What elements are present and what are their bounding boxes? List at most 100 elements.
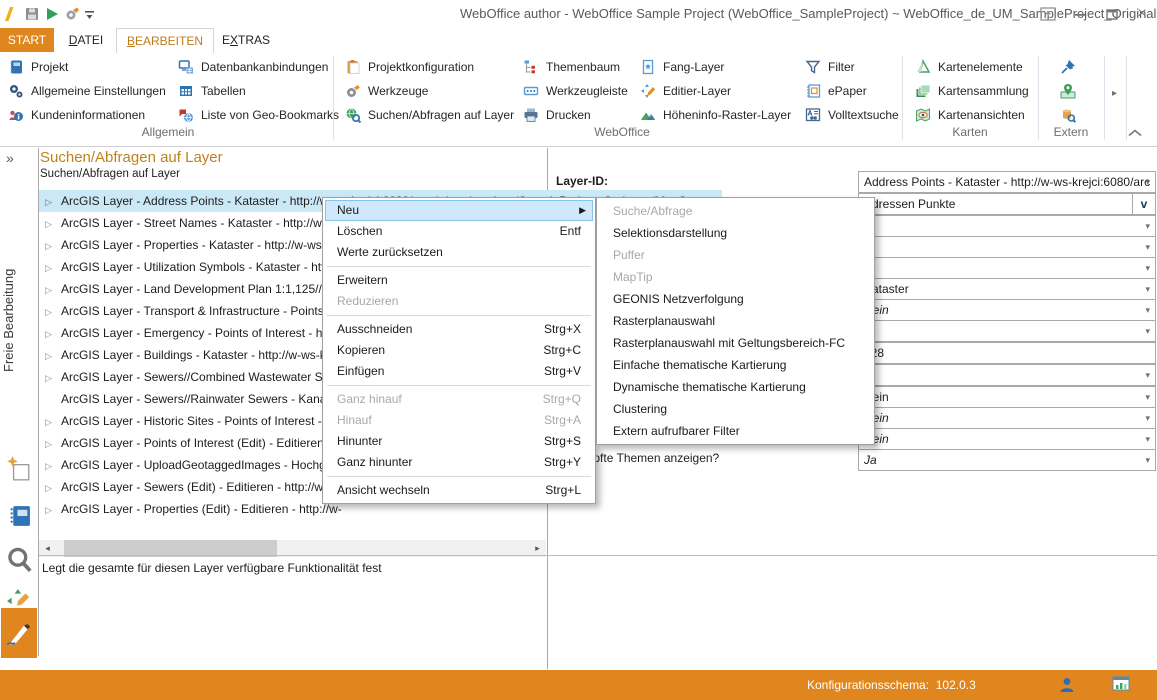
- field-10[interactable]: [858, 364, 1156, 386]
- field-4[interactable]: [858, 236, 1156, 258]
- ribbon-item-filter[interactable]: Filter: [805, 56, 855, 78]
- field-kataster[interactable]: Kataster: [858, 278, 1156, 300]
- field-linked-themes[interactable]: Ja: [858, 449, 1156, 471]
- menu-item-hinunter[interactable]: HinunterStrg+S: [325, 431, 593, 452]
- ribbon-item-fang-layer[interactable]: Fang-Layer: [640, 56, 724, 78]
- tree-row[interactable]: ▷ArcGIS Layer - Properties (Edit) - Edit…: [39, 498, 342, 520]
- user-icon[interactable]: [1058, 676, 1076, 694]
- ribbon-item-epaper[interactable]: ePaper: [805, 80, 867, 102]
- ribbon-item-werkzeugleiste[interactable]: Werkzeugleiste: [523, 80, 628, 102]
- field-7[interactable]: Nein: [858, 299, 1156, 321]
- tree-row[interactable]: ▷ArcGIS Layer - Sewers//Combined Wastewa…: [39, 366, 345, 388]
- field-12[interactable]: Nein: [858, 407, 1156, 429]
- submenu-item-geonis-netzverfolgung[interactable]: GEONIS Netzverfolgung: [599, 288, 872, 310]
- expander-icon[interactable]: ▷: [45, 235, 57, 257]
- ribbon-item-werkzeuge[interactable]: Werkzeuge: [345, 80, 428, 102]
- tab-start[interactable]: START: [0, 28, 54, 52]
- minimize-button[interactable]: [1066, 4, 1094, 24]
- sidebar-tool-new[interactable]: [1, 446, 37, 492]
- expander-icon[interactable]: ▷: [45, 279, 57, 301]
- field-8[interactable]: [858, 320, 1156, 342]
- customize-quickaccess-icon[interactable]: [84, 9, 100, 25]
- ribbon-item-extern-suche[interactable]: [1060, 104, 1076, 126]
- expander-icon[interactable]: ▷: [45, 323, 57, 345]
- menu-item-neu[interactable]: Neu▶: [325, 200, 593, 221]
- tree-row[interactable]: ▷ArcGIS Layer - Points of Interest (Edit…: [39, 432, 344, 454]
- field-5[interactable]: [858, 257, 1156, 279]
- sidebar-tool-free-editing[interactable]: [1, 608, 37, 658]
- expander-icon[interactable]: ▷: [45, 367, 57, 389]
- edit-pencil-icon[interactable]: [4, 6, 20, 22]
- ribbon-item-editier-layer[interactable]: Editier-Layer: [640, 80, 731, 102]
- menu-item-werte-zuruecksetzen[interactable]: Werte zurücksetzen: [325, 242, 593, 263]
- tree-row[interactable]: ▷ArcGIS Layer - Emergency - Points of In…: [39, 322, 342, 344]
- tree-row[interactable]: ▷ArcGIS Layer - Street Names - Kataster …: [39, 212, 344, 234]
- submenu-item-dynamische-thematische-kartierung[interactable]: Dynamische thematische Kartierung: [599, 376, 872, 398]
- menu-item-erweitern[interactable]: Erweitern: [325, 270, 593, 291]
- ribbon-item-extern-marker[interactable]: [1060, 80, 1076, 102]
- close-button[interactable]: ×: [1128, 4, 1156, 24]
- submenu-item-selektionsdarstellung[interactable]: Selektionsdarstellung: [599, 222, 872, 244]
- field-layer-name[interactable]: Adressen Punktev: [858, 193, 1156, 215]
- expander-icon[interactable]: ▷: [45, 301, 57, 323]
- ribbon-item-drucken[interactable]: Drucken: [523, 104, 591, 126]
- submenu-item-rasterplanauswahl-geltungsbereich[interactable]: Rasterplanauswahl mit Geltungsbereich-FC: [599, 332, 872, 354]
- menu-item-kopieren[interactable]: KopierenStrg+C: [325, 340, 593, 361]
- ribbon-item-allgemeine-einstellungen[interactable]: Allgemeine Einstellungen: [8, 80, 166, 102]
- tree-row[interactable]: ▷ArcGIS Layer - Sewers (Edit) - Editiere…: [39, 476, 346, 498]
- sidebar-panel-label[interactable]: Freie Bearbeitung: [1, 225, 25, 415]
- pin-ribbon-icon[interactable]: [1034, 4, 1062, 24]
- submenu-item-rasterplanauswahl[interactable]: Rasterplanauswahl: [599, 310, 872, 332]
- tab-datei[interactable]: DATEI: [56, 28, 116, 52]
- tree-row[interactable]: ▷ArcGIS Layer - Historic Sites - Points …: [39, 410, 345, 432]
- tree-row[interactable]: ▷ArcGIS Layer - Land Development Plan 1:…: [39, 278, 351, 300]
- sidebar-tool-notebook[interactable]: [1, 492, 37, 538]
- ribbon-item-datenbankanbindungen[interactable]: Datenbankanbindungen: [178, 56, 328, 78]
- tree-row[interactable]: ▷ArcGIS Layer - Properties - Kataster - …: [39, 234, 342, 256]
- tree-row[interactable]: ▷ArcGIS Layer - Buildings - Kataster - h…: [39, 344, 339, 366]
- save-icon[interactable]: [24, 6, 40, 22]
- expander-icon[interactable]: ▷: [45, 345, 57, 367]
- expander-icon[interactable]: ▷: [45, 433, 57, 455]
- submenu-item-clustering[interactable]: Clustering: [599, 398, 872, 420]
- ribbon-item-geo-bookmarks[interactable]: Liste von Geo-Bookmarks: [178, 104, 339, 126]
- expander-icon[interactable]: ▷: [45, 257, 57, 279]
- tab-extras[interactable]: EXTRAS: [214, 28, 278, 52]
- ribbon-item-suchen-abfragen-auf-layer[interactable]: Suchen/Abfragen auf Layer: [345, 104, 514, 126]
- submenu-item-einfache-thematische-kartierung[interactable]: Einfache thematische Kartierung: [599, 354, 872, 376]
- ribbon-item-kundeninformationen[interactable]: Kundeninformationen: [8, 104, 145, 126]
- collapse-ribbon-icon[interactable]: [1128, 126, 1142, 136]
- statistics-icon[interactable]: [1112, 676, 1130, 694]
- menu-item-ansicht-wechseln[interactable]: Ansicht wechselnStrg+L: [325, 480, 593, 501]
- expander-icon[interactable]: ▷: [45, 411, 57, 433]
- ribbon-item-kartensammlung[interactable]: Kartensammlung: [915, 80, 1029, 102]
- field-13[interactable]: Nein: [858, 428, 1156, 450]
- ribbon-item-projekt[interactable]: Projekt: [8, 56, 68, 78]
- submenu-item-extern-aufrufbarer-filter[interactable]: Extern aufrufbarer Filter: [599, 420, 872, 442]
- expander-icon[interactable]: ▷: [45, 499, 57, 521]
- variable-button[interactable]: v: [1132, 194, 1155, 214]
- field-3[interactable]: [858, 215, 1156, 237]
- ribbon-item-extern-pin[interactable]: [1060, 56, 1076, 78]
- ribbon-item-projektkonfiguration[interactable]: Projektkonfiguration: [345, 56, 474, 78]
- expander-icon[interactable]: ▷: [45, 477, 57, 499]
- maximize-button[interactable]: [1098, 4, 1126, 24]
- field-layer-source[interactable]: Address Points - Kataster - http://w-ws-…: [858, 171, 1156, 193]
- tree-row[interactable]: ▷ArcGIS Layer - UploadGeotaggedImages - …: [39, 454, 342, 476]
- expand-rail-icon[interactable]: »: [6, 150, 14, 166]
- menu-item-ganz-hinunter[interactable]: Ganz hinunterStrg+Y: [325, 452, 593, 473]
- sidebar-tool-search[interactable]: [1, 536, 37, 582]
- expander-icon[interactable]: ▷: [45, 213, 57, 235]
- run-icon[interactable]: [44, 6, 60, 22]
- ribbon-item-kartenansichten[interactable]: Kartenansichten: [915, 104, 1025, 126]
- ribbon-item-hoeheninfo-raster-layer[interactable]: Höheninfo-Raster-Layer: [640, 104, 791, 126]
- tree-row[interactable]: ▷ArcGIS Layer - Transport & Infrastructu…: [39, 300, 337, 322]
- tree-row[interactable]: ▷ArcGIS Layer - Utilization Symbols - Ka…: [39, 256, 341, 278]
- field-11[interactable]: Nein: [858, 386, 1156, 408]
- tree-row[interactable]: ▷ArcGIS Layer - Sewers//Rainwater Sewers…: [39, 388, 350, 410]
- menu-item-einfuegen[interactable]: EinfügenStrg+V: [325, 361, 593, 382]
- field-128[interactable]: 128: [858, 342, 1156, 364]
- ribbon-flyout-arrow-icon[interactable]: ▸: [1112, 88, 1117, 99]
- ribbon-item-kartenelemente[interactable]: Kartenelemente: [915, 56, 1023, 78]
- expander-icon[interactable]: ▷: [45, 455, 57, 477]
